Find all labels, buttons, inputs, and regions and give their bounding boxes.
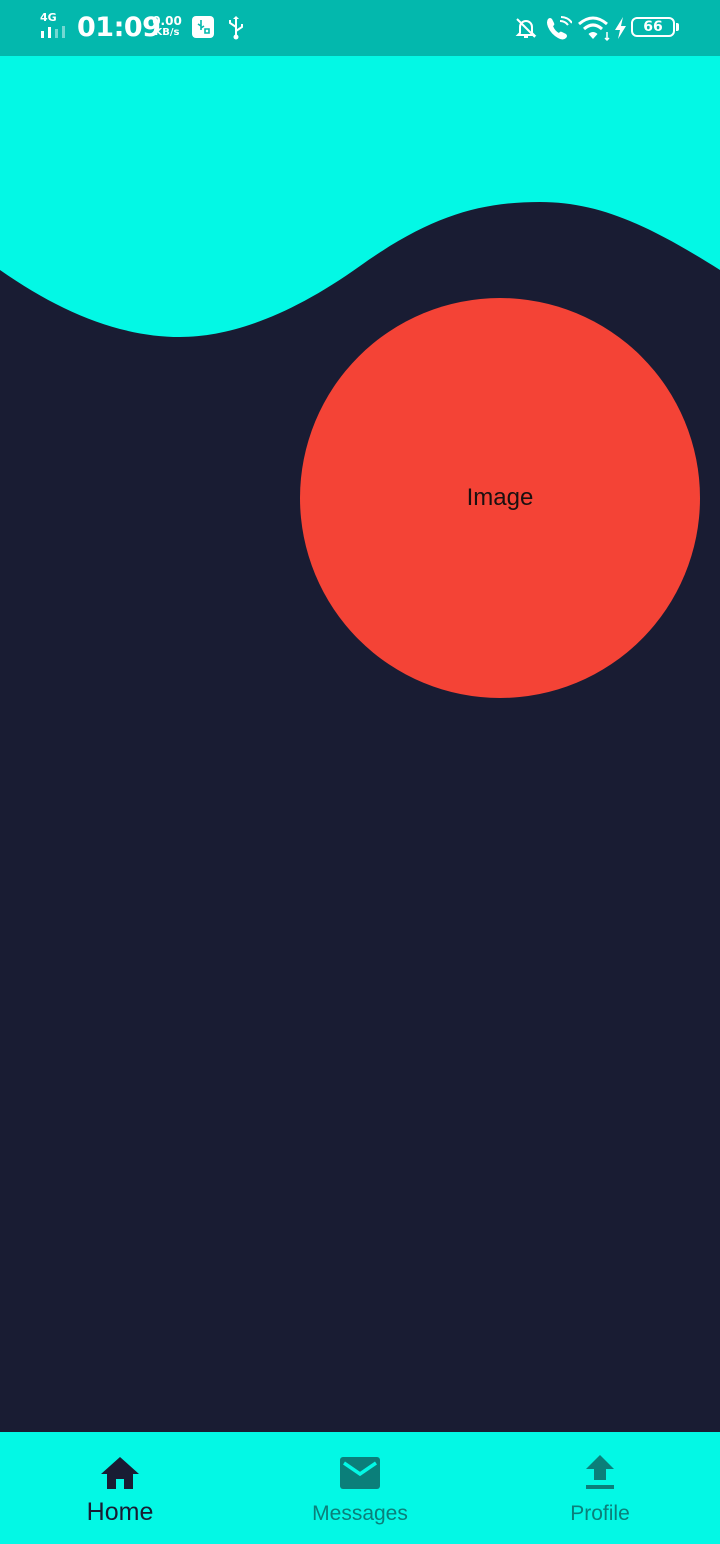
network-speed-value: 0.00 <box>152 14 182 28</box>
signal-icon: 4G <box>40 12 74 40</box>
nav-item-home[interactable]: Home <box>0 1432 240 1544</box>
upload-icon <box>586 1455 614 1489</box>
app-screen: 4G 01:09 0.00 KB/s 66 Image Home Message… <box>0 0 720 1544</box>
nav-label-home: Home <box>86 1498 154 1526</box>
status-bar: 4G 01:09 0.00 KB/s 66 <box>0 0 720 56</box>
nav-label-messages: Messages <box>312 1502 408 1525</box>
network-speed: 0.00 KB/s <box>152 15 182 38</box>
usb-debug-icon <box>192 16 214 38</box>
battery-tip <box>676 23 679 31</box>
battery-level: 66 <box>643 19 663 35</box>
nav-item-profile[interactable]: Profile <box>480 1432 720 1544</box>
wifi-call-icon <box>547 16 572 40</box>
wifi-icon <box>578 16 610 42</box>
wave-header <box>0 56 720 337</box>
nav-item-messages[interactable]: Messages <box>240 1432 480 1544</box>
bottom-navigation: Home Messages Profile <box>0 1432 720 1544</box>
network-speed-unit: KB/s <box>154 27 180 38</box>
image-label: Image <box>466 484 534 511</box>
charging-icon <box>615 17 626 39</box>
nav-label-profile: Profile <box>570 1502 630 1525</box>
mail-icon <box>340 1457 380 1489</box>
home-icon <box>101 1457 139 1489</box>
image-placeholder: Image <box>300 298 700 698</box>
usb-icon <box>229 16 243 40</box>
battery-icon: 66 <box>631 17 675 37</box>
mute-bell-icon <box>515 18 537 38</box>
status-time: 01:09 <box>77 12 161 43</box>
